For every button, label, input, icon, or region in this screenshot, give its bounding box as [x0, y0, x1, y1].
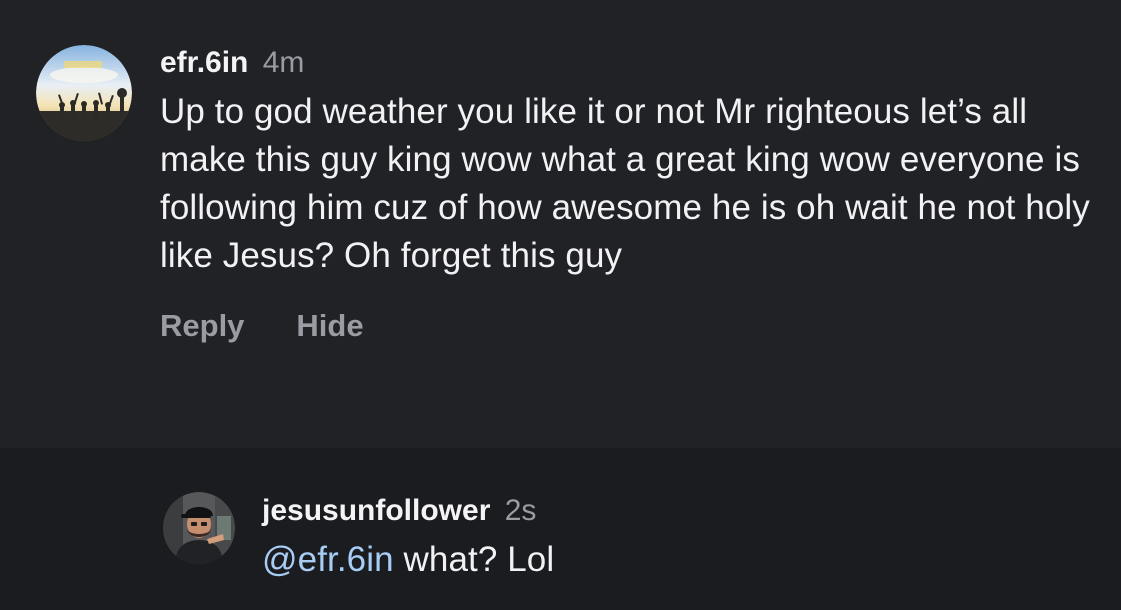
- comment-meta: efr.6in 4m: [160, 40, 1115, 86]
- reply-meta: jesusunfollower 2s: [262, 488, 1102, 534]
- hide-button[interactable]: Hide: [296, 308, 363, 344]
- comment: efr.6in 4m Up to god weather you like it…: [0, 0, 1121, 448]
- reply-text: @efr.6in what? Lol: [262, 536, 1102, 584]
- man-cap-avatar-icon: [163, 492, 235, 564]
- reply-comment: jesusunfollower 2s @efr.6in what? Lol: [0, 448, 1121, 610]
- comment-actions: Reply Hide: [160, 308, 1115, 344]
- timestamp: 4m: [262, 46, 305, 79]
- username[interactable]: efr.6in: [160, 46, 248, 79]
- sky-silhouette-avatar-icon: [36, 45, 132, 141]
- comment-text: Up to god weather you like it or not Mr …: [160, 92, 1090, 275]
- username[interactable]: jesusunfollower: [262, 494, 490, 527]
- reply-body: jesusunfollower 2s @efr.6in what? Lol: [262, 488, 1102, 584]
- avatar[interactable]: [36, 45, 132, 141]
- reply-button[interactable]: Reply: [160, 308, 244, 344]
- mention-link[interactable]: @efr.6in: [262, 540, 394, 579]
- avatar[interactable]: [163, 492, 235, 564]
- reply-message: what? Lol: [393, 540, 555, 579]
- comment-body: efr.6in 4m Up to god weather you like it…: [160, 40, 1115, 344]
- timestamp: 2s: [504, 494, 537, 527]
